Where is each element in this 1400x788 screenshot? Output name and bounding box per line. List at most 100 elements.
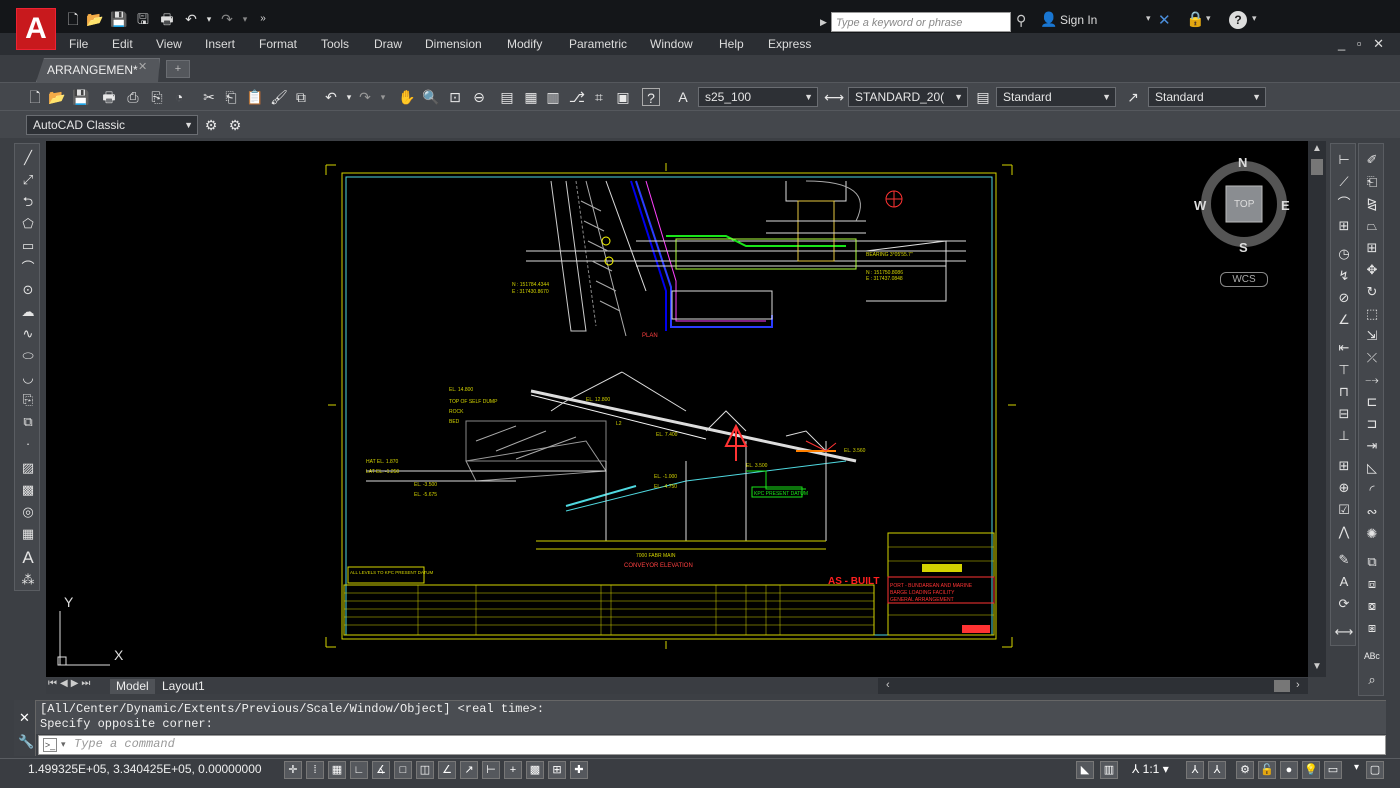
send-back-icon[interactable]: ⧇ (1362, 596, 1382, 616)
dim-style-icon[interactable]: ⟷ (1334, 622, 1354, 642)
join-icon[interactable]: ⇥ (1362, 436, 1382, 456)
drawing-canvas[interactable]: N : 151784.4344 E : 317430.8670 BEARING … (46, 141, 1308, 677)
menu-draw[interactable]: Draw (374, 37, 402, 51)
spline-icon[interactable]: ∿ (18, 324, 38, 344)
3d-osnap-icon[interactable]: ◫ (416, 761, 434, 779)
workspace-switch-icon[interactable]: ⚙ (1236, 761, 1254, 779)
help-icon[interactable]: ? (1229, 11, 1247, 29)
isolate-objects-icon[interactable]: 💡 (1302, 761, 1320, 779)
menu-tools[interactable]: Tools (321, 37, 349, 51)
region-icon[interactable]: ◎ (18, 502, 38, 522)
trim-icon[interactable]: ⤫ (1362, 348, 1382, 368)
revision-cloud-icon[interactable]: ☁ (18, 302, 38, 322)
annotation-scale[interactable]: ⅄ 1:1 ▾ (1132, 762, 1169, 776)
sign-in-dropdown-icon[interactable]: ▾ (1146, 13, 1151, 24)
table-style-icon[interactable]: ▤ (974, 88, 992, 106)
erase-icon[interactable]: ✐ (1362, 150, 1382, 170)
point-icon[interactable]: · (18, 434, 38, 454)
annotation-visibility-icon[interactable]: ⅄ (1186, 761, 1204, 779)
block-editor-icon[interactable]: ⧉ (292, 88, 310, 106)
jogged-dim-icon[interactable]: ↯ (1334, 266, 1354, 286)
draw-order-icon[interactable]: ⧉ (1362, 552, 1382, 572)
stretch-icon[interactable]: ⇲ (1362, 326, 1382, 346)
gear-icon[interactable]: ⚙ (202, 116, 220, 134)
array-icon[interactable]: ⊞ (1362, 238, 1382, 258)
menu-edit[interactable]: Edit (112, 37, 133, 51)
ortho-mode-icon[interactable]: ∟ (350, 761, 368, 779)
status-menu-icon[interactable]: ▾ (1354, 762, 1359, 773)
plot-icon[interactable]: 🖶 (100, 88, 118, 106)
zoom-previous-icon[interactable]: ⊖ (470, 88, 488, 106)
baseline-dim-icon[interactable]: ⊤ (1334, 360, 1354, 380)
search-expand-icon[interactable]: ▶ (820, 12, 830, 32)
auto-scale-icon[interactable]: ⅄ (1208, 761, 1226, 779)
redo-icon[interactable]: ↷ (218, 10, 236, 28)
hscroll-thumb[interactable] (1274, 680, 1290, 692)
redo-dropdown-icon[interactable]: ▾ (374, 88, 392, 106)
a360-dropdown-icon[interactable]: ▾ (1206, 13, 1211, 24)
command-input[interactable]: >_ ▾ (38, 735, 1386, 755)
search-input[interactable]: Type a keyword or phrase (831, 12, 1011, 32)
continue-dim-icon[interactable]: ⊓ (1334, 382, 1354, 402)
blend-icon[interactable]: ∾ (1362, 502, 1382, 522)
grid-display-icon[interactable]: ▦ (328, 761, 346, 779)
help-dropdown-icon[interactable]: ▾ (1252, 13, 1257, 24)
workspace-settings-icon[interactable]: ⚙ (226, 116, 244, 134)
paste-icon[interactable]: 📋 (246, 88, 264, 106)
copy-icon[interactable]: ⎗ (222, 88, 240, 106)
text-style-icon[interactable]: A (674, 88, 692, 106)
binoculars-icon[interactable]: ⚲ (1016, 12, 1034, 30)
zoom-realtime-icon[interactable]: 🔍 (422, 88, 440, 106)
scroll-left-icon[interactable]: ‹ (886, 679, 890, 691)
workspace-select[interactable]: AutoCAD Classic ▼ (26, 115, 198, 135)
exchange-apps-icon[interactable]: ✕ (1158, 11, 1171, 29)
construction-line-icon[interactable]: ⤢ (18, 170, 38, 190)
add-selected-icon[interactable]: ⁂ (18, 570, 38, 590)
table-icon[interactable]: ▦ (18, 524, 38, 544)
angular-dim-icon[interactable]: ∠ (1334, 310, 1354, 330)
compass-north[interactable]: N (1238, 155, 1247, 170)
qat-customize-icon[interactable]: » (254, 10, 272, 28)
save-icon[interactable]: 💾 (72, 88, 90, 106)
tab-model[interactable]: Model (110, 679, 155, 694)
scale-icon[interactable]: ⬚ (1362, 304, 1382, 324)
menu-format[interactable]: Format (259, 37, 297, 51)
text-front-icon[interactable]: ⧆ (1362, 618, 1382, 638)
pan-icon[interactable]: ✋ (398, 88, 416, 106)
menu-view[interactable]: View (156, 37, 182, 51)
sign-in-button[interactable]: Sign In (1060, 13, 1097, 27)
quick-dim-icon[interactable]: ⇤ (1334, 338, 1354, 358)
application-menu-button[interactable]: A (16, 8, 56, 50)
break-point-icon[interactable]: ⊏ (1362, 392, 1382, 412)
gradient-icon[interactable]: ▩ (18, 480, 38, 500)
wcs-menu[interactable]: WCS (1220, 272, 1268, 287)
infer-constraints-icon[interactable]: ✛ (284, 761, 302, 779)
new-tab-button[interactable]: + (166, 60, 190, 78)
object-snap-tracking-icon[interactable]: ∠ (438, 761, 456, 779)
circle-icon[interactable]: ⊙ (18, 280, 38, 300)
menu-window[interactable]: Window (650, 37, 693, 51)
dim-text-edit-icon[interactable]: A (1334, 572, 1354, 592)
menu-help[interactable]: Help (719, 37, 744, 51)
dim-break-icon[interactable]: ⊥ (1334, 426, 1354, 446)
hatch-icon[interactable]: ▨ (18, 458, 38, 478)
clean-screen-icon[interactable]: ▭ (1324, 761, 1342, 779)
diameter-dim-icon[interactable]: ⊘ (1334, 288, 1354, 308)
make-block-icon[interactable]: ⧉ (18, 412, 38, 432)
command-line-grip[interactable]: ✕ 🔧 (14, 700, 36, 756)
layout-nav-icons[interactable]: ⏮◀▶⏭ (48, 678, 93, 689)
aligned-dim-icon[interactable]: ⟋ (1334, 172, 1354, 192)
offset-icon[interactable]: ⏢ (1362, 216, 1382, 236)
tool-palettes-icon[interactable]: ▥ (544, 88, 562, 106)
rotate-icon[interactable]: ↻ (1362, 282, 1382, 302)
move-icon[interactable]: ✥ (1362, 260, 1382, 280)
polygon-icon[interactable]: ⬠ (18, 214, 38, 234)
menu-modify[interactable]: Modify (507, 37, 542, 51)
scroll-right-icon[interactable]: › (1296, 679, 1300, 691)
multiline-text-icon[interactable]: A (18, 548, 38, 568)
window-controls[interactable]: _ ▫ ✕ (1338, 36, 1388, 52)
open-icon[interactable]: 📂 (48, 88, 66, 106)
markup-icon[interactable]: ⌗ (590, 88, 608, 106)
compass-west[interactable]: W (1194, 198, 1206, 213)
polar-tracking-icon[interactable]: ∡ (372, 761, 390, 779)
